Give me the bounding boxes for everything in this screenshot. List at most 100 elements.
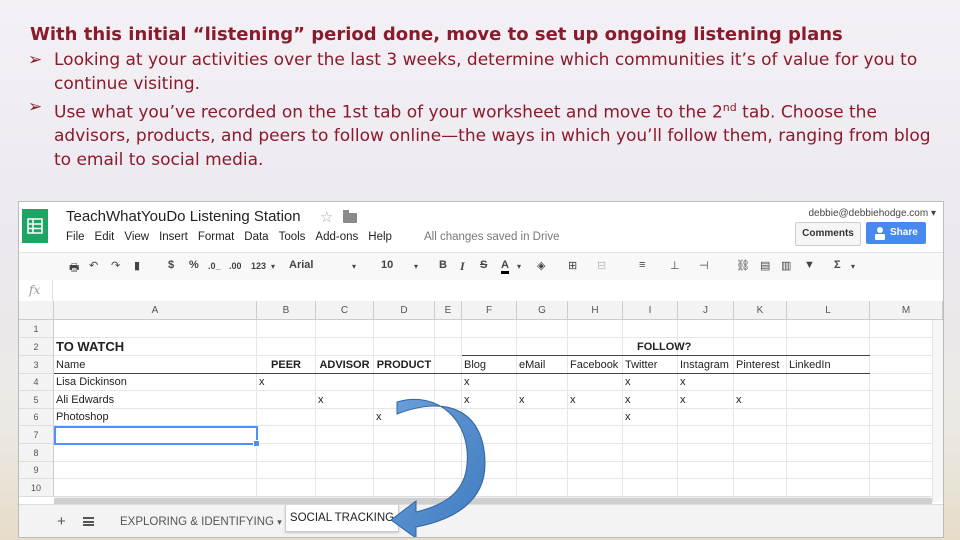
align-left-icon[interactable]: ≡ <box>639 259 645 271</box>
column-header-i[interactable]: I <box>623 301 678 320</box>
add-sheet-icon[interactable]: + <box>57 513 66 530</box>
grid-cell[interactable] <box>54 320 257 338</box>
fill-handle[interactable] <box>253 440 260 447</box>
grid-cell[interactable] <box>316 320 374 338</box>
row-header-2[interactable]: 2 <box>19 338 54 356</box>
grid-cell[interactable] <box>678 479 734 497</box>
grid-cell[interactable] <box>568 444 623 462</box>
grid-cell[interactable] <box>734 374 787 391</box>
folder-icon[interactable] <box>343 210 357 223</box>
chevron-down-icon[interactable]: ▾ <box>271 262 275 271</box>
grid-cell[interactable] <box>517 462 568 479</box>
increase-decimal-button[interactable]: .00 <box>229 261 242 271</box>
more-formats-button[interactable]: 123 <box>251 261 266 271</box>
grid-cell[interactable] <box>462 409 517 426</box>
chevron-down-icon[interactable]: ▾ <box>414 262 418 271</box>
grid-cell[interactable] <box>257 338 316 356</box>
menu-help[interactable]: Help <box>368 231 392 243</box>
italic-button[interactable]: I <box>460 259 465 274</box>
text-wrap-icon[interactable]: ⊣ <box>699 259 709 272</box>
sheet-tab-social-tracking[interactable]: SOCIAL TRACKING <box>285 505 399 532</box>
row-header-1[interactable]: 1 <box>19 320 54 338</box>
grid-cell[interactable] <box>257 462 316 479</box>
grid-cell[interactable] <box>568 426 623 444</box>
grid-cell[interactable] <box>568 462 623 479</box>
grid-cell[interactable] <box>734 444 787 462</box>
share-button[interactable]: Share <box>866 222 926 244</box>
grid-cell[interactable] <box>734 462 787 479</box>
functions-button[interactable]: Σ <box>834 259 841 271</box>
grid-cell[interactable] <box>54 479 257 497</box>
grid-cell[interactable] <box>374 374 435 391</box>
grid-cell[interactable] <box>257 444 316 462</box>
text-color-button[interactable]: A <box>501 259 509 274</box>
chevron-down-icon[interactable]: ▾ <box>851 262 855 271</box>
column-header-h[interactable]: H <box>568 301 623 320</box>
row-header-8[interactable]: 8 <box>19 444 54 462</box>
grid-cell[interactable] <box>462 444 517 462</box>
grid-cell[interactable] <box>462 479 517 497</box>
mark-cell[interactable]: x <box>678 374 734 391</box>
name-cell[interactable]: Lisa Dickinson <box>54 374 257 391</box>
grid-cell[interactable] <box>462 320 517 338</box>
header-cell-linkedin[interactable]: LinkedIn <box>787 356 870 374</box>
percent-button[interactable]: % <box>189 259 199 271</box>
grid-cell[interactable] <box>435 444 462 462</box>
grid-cell[interactable] <box>54 444 257 462</box>
grid-cell[interactable] <box>623 320 678 338</box>
undo-icon[interactable]: ↶ <box>89 259 98 272</box>
menu-data[interactable]: Data <box>244 231 268 243</box>
comment-icon[interactable]: ▤ <box>760 259 770 272</box>
redo-icon[interactable]: ↷ <box>111 259 120 272</box>
menu-edit[interactable]: Edit <box>95 231 115 243</box>
grid-cell[interactable] <box>787 409 870 426</box>
grid-cell[interactable] <box>568 320 623 338</box>
column-header-f[interactable]: F <box>462 301 517 320</box>
user-email[interactable]: debbie@debbiehodge.com ▾ <box>809 208 937 219</box>
print-icon[interactable]: 🖶 <box>69 259 79 278</box>
mark-cell[interactable]: x <box>623 391 678 409</box>
mark-cell[interactable]: x <box>462 374 517 391</box>
grid-cell[interactable] <box>435 479 462 497</box>
formula-bar[interactable]: fx <box>19 280 943 303</box>
grid-cell[interactable] <box>435 391 462 409</box>
select-all-corner[interactable] <box>19 301 54 320</box>
grid-cell[interactable] <box>517 444 568 462</box>
grid-cell[interactable] <box>787 320 870 338</box>
row-header-10[interactable]: 10 <box>19 479 54 497</box>
grid-cell[interactable] <box>787 462 870 479</box>
grid-cell[interactable] <box>568 338 623 356</box>
column-header-e[interactable]: E <box>435 301 462 320</box>
chevron-down-icon[interactable]: ▾ <box>517 262 521 271</box>
row-header-7[interactable]: 7 <box>19 426 54 444</box>
grid-cell[interactable] <box>623 444 678 462</box>
grid-cell[interactable] <box>374 479 435 497</box>
grid-cell[interactable] <box>374 391 435 409</box>
grid-cell[interactable] <box>787 374 870 391</box>
column-header-c[interactable]: C <box>316 301 374 320</box>
grid-cell[interactable] <box>787 444 870 462</box>
grid-cell[interactable] <box>435 462 462 479</box>
menu-format[interactable]: Format <box>198 231 234 243</box>
mark-cell[interactable]: x <box>623 409 678 426</box>
vertical-align-icon[interactable]: ⊥ <box>670 259 680 272</box>
grid-cell[interactable] <box>787 391 870 409</box>
grid-cell[interactable] <box>517 320 568 338</box>
grid-cell[interactable] <box>316 374 374 391</box>
star-icon[interactable]: ☆ <box>320 208 333 226</box>
chart-icon[interactable]: ▥ <box>781 259 791 272</box>
grid-cell[interactable] <box>678 409 734 426</box>
grid-cell[interactable] <box>316 479 374 497</box>
name-cell[interactable]: Photoshop <box>54 409 257 426</box>
mark-cell[interactable]: x <box>568 391 623 409</box>
column-header-b[interactable]: B <box>257 301 316 320</box>
grid-cell[interactable] <box>316 338 374 356</box>
filter-icon[interactable]: ▼ <box>804 259 815 271</box>
row-header-4[interactable]: 4 <box>19 374 54 391</box>
sheet-tab-exploring[interactable]: EXPLORING & IDENTIFYING ▾ <box>117 509 285 535</box>
grid-cell[interactable] <box>257 426 316 444</box>
grid-cell[interactable] <box>435 320 462 338</box>
grid-cell[interactable] <box>435 409 462 426</box>
grid-cell[interactable] <box>374 462 435 479</box>
column-header-g[interactable]: G <box>517 301 568 320</box>
